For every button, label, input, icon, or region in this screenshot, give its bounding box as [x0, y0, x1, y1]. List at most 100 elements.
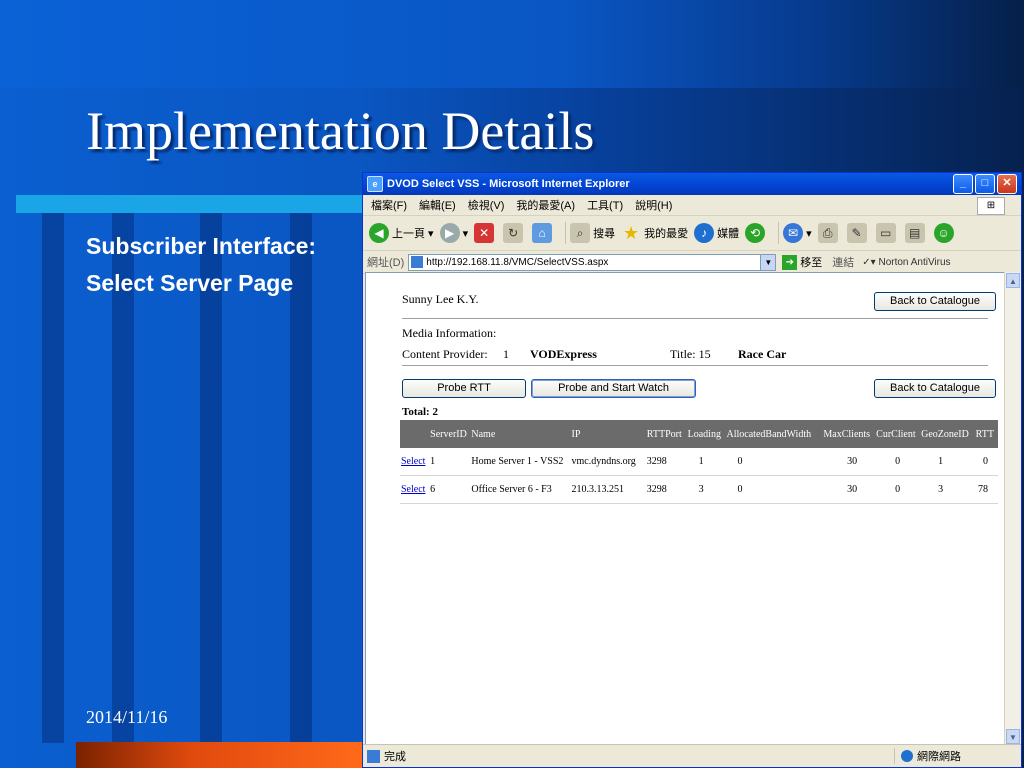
col-rtt: RTT	[974, 420, 998, 448]
forward-arrow-icon: ▶	[439, 223, 460, 243]
scroll-down-icon[interactable]: ▼	[1006, 729, 1020, 744]
cell-server-id: 6	[429, 475, 471, 504]
back-to-catalogue-button-2[interactable]: Back to Catalogue	[874, 379, 996, 398]
research-icon: ▤	[904, 223, 925, 243]
cell-cur-client: 0	[875, 475, 921, 504]
cell-allocated-bandwidth: 0	[725, 448, 823, 476]
search-icon: ⌕	[570, 223, 591, 243]
cell-loading: 1	[686, 448, 726, 476]
favorites-label: 我的最愛	[644, 228, 689, 240]
media-button[interactable]: ♪ 媒體	[694, 223, 739, 243]
user-name: Sunny Lee K.Y.	[402, 292, 479, 306]
back-to-catalogue-button[interactable]: Back to Catalogue	[874, 292, 996, 311]
cell-rtt-port: 3298	[645, 448, 687, 476]
search-button[interactable]: ⌕ 搜尋	[570, 223, 615, 243]
cell-ip: vmc.dyndns.org	[570, 448, 646, 476]
cell-name: Office Server 6 - F3	[470, 475, 571, 504]
favorites-button[interactable]: ★ 我的最愛	[621, 223, 688, 243]
col-allocated-bandwidth: AllocatedBandWidth	[725, 420, 823, 448]
probe-rtt-button[interactable]: Probe RTT	[402, 379, 526, 398]
top-band	[0, 0, 1024, 88]
slide-subtitle: Subscriber Interface: Select Server Page	[86, 228, 316, 302]
maximize-button[interactable]: □	[975, 174, 995, 194]
zone-label: 網際網路	[917, 751, 961, 763]
menu-view[interactable]: 檢視(V)	[468, 197, 505, 213]
scroll-up-icon[interactable]: ▲	[1006, 273, 1020, 288]
cell-rtt: 78	[974, 475, 998, 504]
refresh-icon: ↻	[503, 223, 524, 243]
links-button[interactable]: 連結	[832, 254, 854, 270]
select-link[interactable]: Select	[401, 456, 425, 467]
norton-toolbar[interactable]: ✓▾ Norton AntiVirus	[862, 257, 950, 268]
title-name: Race Car	[738, 347, 787, 361]
toolbar: ◀ 上一頁 ▾ ▶ ▾ ✕ ↻ ⌂ ⌕ 搜尋 ★ 我的最愛 ♪ 媒體 ⟲ ✉ ▾ ⎙…	[363, 216, 1021, 251]
content-provider-id: 1	[503, 347, 509, 361]
back-button[interactable]: ◀ 上一頁 ▾	[369, 223, 434, 243]
cell-server-id: 1	[429, 448, 471, 476]
cell-rtt: 0	[974, 448, 998, 476]
accent-bar	[16, 195, 366, 213]
menu-favorites[interactable]: 我的最愛(A)	[516, 197, 575, 213]
globe-icon	[901, 750, 913, 762]
print-button[interactable]: ⎙	[817, 223, 841, 243]
select-link[interactable]: Select	[401, 484, 425, 495]
mail-button[interactable]: ✉ ▾	[783, 223, 812, 243]
go-button[interactable]: ➔ 移至	[782, 254, 822, 270]
slide-date: 2014/11/16	[86, 707, 168, 727]
slide-title: Implementation Details	[86, 101, 595, 161]
cell-geo-zone-id: 1	[920, 448, 975, 476]
media-label: 媒體	[717, 228, 740, 240]
chevron-down-icon[interactable]: ▼	[760, 254, 776, 270]
history-button[interactable]: ⟲	[745, 223, 768, 243]
menu-file[interactable]: 檔案(F)	[371, 197, 407, 213]
table-row: Select 1 Home Server 1 - VSS2 vmc.dyndns…	[400, 448, 998, 476]
back-label: 上一頁	[392, 228, 425, 240]
content-provider-label: Content Provider:	[402, 347, 488, 361]
server-table: ServerID Name IP RTTPort Loading Allocat…	[400, 420, 998, 504]
cell-allocated-bandwidth: 0	[725, 475, 823, 504]
edit-icon: ✎	[846, 223, 867, 243]
messenger-button[interactable]: ☺	[933, 223, 957, 243]
browser-window: e DVOD Select VSS - Microsoft Internet E…	[362, 172, 1022, 768]
minimize-button[interactable]: _	[953, 174, 973, 194]
forward-button[interactable]: ▶ ▾	[439, 223, 468, 243]
close-button[interactable]: ✕	[997, 174, 1017, 194]
media-info-label: Media Information:	[402, 326, 497, 340]
print-icon: ⎙	[817, 223, 838, 243]
status-bar: 完成 網際網路	[363, 744, 1021, 767]
window-title: DVOD Select VSS - Microsoft Internet Exp…	[387, 178, 630, 190]
folder-icon: ▭	[875, 223, 896, 243]
media-icon: ♪	[694, 223, 715, 243]
window-titlebar[interactable]: e DVOD Select VSS - Microsoft Internet E…	[363, 173, 1021, 195]
security-zone: 網際網路	[894, 748, 1021, 764]
col-geo-zone-id: GeoZoneID	[920, 420, 975, 448]
go-label: 移至	[800, 257, 823, 269]
toolbar-separator	[565, 222, 567, 244]
col-max-clients: MaxClients	[822, 420, 876, 448]
vertical-scrollbar[interactable]: ▲ ▼	[1004, 272, 1021, 745]
folder-button[interactable]: ▭	[875, 223, 899, 243]
col-name: Name	[470, 420, 571, 448]
refresh-button[interactable]: ↻	[503, 223, 526, 243]
address-input[interactable]: http://192.168.11.8/VMC/SelectVSS.aspx ▼	[408, 253, 777, 271]
toolbar-separator	[778, 222, 780, 244]
col-rtt-port: RTTPort	[645, 420, 687, 448]
edit-button[interactable]: ✎	[846, 223, 870, 243]
cell-max-clients: 30	[822, 475, 876, 504]
cell-rtt-port: 3298	[645, 475, 687, 504]
content-provider-name: VODExpress	[530, 347, 597, 361]
menu-help[interactable]: 說明(H)	[635, 197, 672, 213]
menu-tools[interactable]: 工具(T)	[587, 197, 623, 213]
title-label: Title: 15	[670, 347, 711, 361]
star-icon: ★	[623, 223, 640, 243]
research-button[interactable]: ▤	[904, 223, 928, 243]
cell-name: Home Server 1 - VSS2	[470, 448, 571, 476]
stop-button[interactable]: ✕	[474, 223, 497, 243]
page-content: Sunny Lee K.Y. Back to Catalogue Media I…	[365, 272, 1005, 745]
menu-edit[interactable]: 編輯(E)	[419, 197, 456, 213]
col-loading: Loading	[686, 420, 726, 448]
search-label: 搜尋	[593, 228, 616, 240]
probe-and-start-watch-button[interactable]: Probe and Start Watch	[531, 379, 696, 398]
menu-bar: 檔案(F) 編輯(E) 檢視(V) 我的最愛(A) 工具(T) 說明(H) ⊞	[363, 195, 1021, 216]
home-button[interactable]: ⌂	[532, 223, 555, 243]
